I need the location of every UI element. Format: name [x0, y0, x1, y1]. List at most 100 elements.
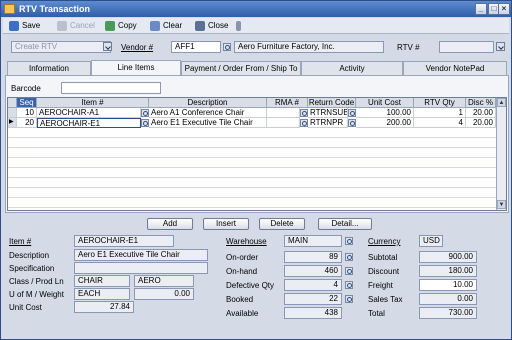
vendor-id-field[interactable]: AFF1	[171, 41, 221, 53]
freight-field[interactable]: 10.00	[419, 279, 477, 291]
available-field: 438	[284, 307, 342, 319]
col-header-unit-cost[interactable]: Unit Cost	[356, 98, 414, 108]
type-dropdown-icon[interactable]	[103, 42, 112, 51]
delete-button[interactable]: Delete	[259, 218, 305, 230]
cell-description[interactable]: Aero A1 Conference Chair	[149, 108, 267, 118]
copy-button[interactable]: Copy	[105, 20, 137, 32]
col-header-seq[interactable]: Seq	[17, 98, 37, 108]
defective-lookup-icon[interactable]	[345, 281, 353, 289]
vendor-lookup-icon[interactable]	[223, 43, 231, 51]
clear-icon	[150, 21, 160, 31]
window-title: RTV Transaction	[19, 4, 91, 14]
cancel-button[interactable]: Cancel	[57, 20, 95, 32]
toolbar: Save Cancel Copy Clear Close	[3, 18, 509, 34]
scroll-up-icon[interactable]: ▲	[497, 98, 506, 107]
row-selector[interactable]: ▶	[8, 118, 17, 128]
discount-field: 180.00	[419, 265, 477, 277]
return-code-lookup-icon[interactable]	[348, 109, 356, 117]
available-label: Available	[226, 309, 259, 318]
uom-field: EACH	[74, 288, 130, 300]
close-icon[interactable]: ×	[498, 3, 510, 15]
barcode-label: Barcode	[11, 84, 41, 93]
minimize-icon[interactable]: _	[475, 3, 487, 15]
item-field: AEROCHAIR-E1	[74, 235, 174, 247]
uom-weight-label: U of M / Weight	[9, 290, 64, 299]
copy-icon	[105, 21, 115, 31]
warehouse-field: MAIN	[284, 235, 342, 247]
row-indicator-header	[8, 98, 17, 108]
onorder-label: On-order	[226, 253, 259, 262]
cell-return-code[interactable]: RTRNSUB	[308, 108, 348, 118]
freight-label: Freight	[368, 281, 393, 290]
cell-rma[interactable]	[267, 118, 300, 128]
rma-lookup-icon[interactable]	[300, 119, 308, 127]
paperclip-icon	[236, 21, 241, 31]
warehouse-lookup-icon[interactable]	[345, 237, 353, 245]
row-selector[interactable]	[8, 108, 17, 118]
rtv-type-select[interactable]: Create RTV	[11, 41, 111, 53]
subtotal-field: 900.00	[419, 251, 477, 263]
col-header-description[interactable]: Description	[149, 98, 267, 108]
clear-button[interactable]: Clear	[150, 20, 182, 32]
cell-rtv-qty[interactable]: 4	[414, 118, 466, 128]
cell-seq[interactable]: 10	[17, 108, 37, 118]
item-lookup-icon[interactable]	[141, 119, 149, 127]
tab-payment[interactable]: Payment / Order From / Ship To	[181, 61, 301, 75]
close-door-icon	[195, 21, 205, 31]
add-button[interactable]: Add	[147, 218, 193, 230]
line-items-grid[interactable]: Seq Item # Description RMA # Return Code…	[7, 97, 507, 211]
booked-lookup-icon[interactable]	[345, 295, 353, 303]
tab-activity[interactable]: Activity	[301, 61, 403, 75]
cell-description[interactable]: Aero E1 Executive Tile Chair	[149, 118, 267, 128]
vendor-label[interactable]: Vendor #	[121, 43, 153, 53]
rtv-window: RTV Transaction _ □ × Save Cancel Copy C…	[0, 0, 512, 340]
item-label[interactable]: Item #	[9, 237, 31, 247]
rtv-dropdown-icon[interactable]	[496, 42, 505, 51]
title-bar: RTV Transaction _ □ ×	[1, 1, 511, 17]
total-field: 730.00	[419, 307, 477, 319]
onhand-field: 460	[284, 265, 342, 277]
save-button[interactable]: Save	[9, 20, 40, 32]
barcode-input[interactable]	[61, 82, 161, 94]
cell-seq[interactable]: 20	[17, 118, 37, 128]
tab-information[interactable]: Information	[7, 61, 91, 75]
col-header-rtv-qty[interactable]: RTV Qty	[414, 98, 466, 108]
grid-scrollbar[interactable]: ▲ ▼	[496, 98, 506, 210]
item-lookup-icon[interactable]	[141, 109, 149, 117]
scroll-down-icon[interactable]: ▼	[497, 200, 506, 209]
subtotal-label: Subtotal	[368, 253, 398, 262]
insert-button[interactable]: Insert	[203, 218, 249, 230]
cell-disc[interactable]: 20.00	[466, 118, 496, 128]
col-header-rma[interactable]: RMA #	[267, 98, 308, 108]
tab-line-items[interactable]: Line Items	[91, 60, 181, 75]
rtv-number-label: RTV #	[397, 43, 420, 52]
tab-vendor-notepad[interactable]: Vendor NotePad	[403, 61, 507, 75]
return-code-lookup-icon[interactable]	[348, 119, 356, 127]
currency-label[interactable]: Currency	[368, 237, 400, 247]
cell-disc[interactable]: 20.00	[466, 108, 496, 118]
warehouse-label[interactable]: Warehouse	[226, 237, 267, 247]
tab-strip: Information Line Items Payment / Order F…	[5, 60, 509, 75]
col-header-return-code[interactable]: Return Code	[308, 98, 356, 108]
rtv-number-field[interactable]	[439, 41, 494, 53]
cell-unit-cost[interactable]: 100.00	[356, 108, 414, 118]
attachment-button[interactable]	[236, 20, 244, 32]
cell-unit-cost[interactable]: 200.00	[356, 118, 414, 128]
description-label: Description	[9, 251, 50, 260]
onorder-lookup-icon[interactable]	[345, 253, 353, 261]
sales-tax-label: Sales Tax	[368, 295, 403, 304]
cell-item[interactable]: AEROCHAIR-E1	[37, 118, 141, 128]
cell-rma[interactable]	[267, 108, 300, 118]
class-field: CHAIR	[74, 275, 130, 287]
close-button[interactable]: Close	[195, 20, 228, 32]
cell-rtv-qty[interactable]: 1	[414, 108, 466, 118]
onhand-lookup-icon[interactable]	[345, 267, 353, 275]
rma-lookup-icon[interactable]	[300, 109, 308, 117]
cell-return-code[interactable]: RTRNPR	[308, 118, 348, 128]
specification-label: Specification	[9, 264, 55, 273]
detail-button[interactable]: Detail...	[318, 218, 372, 230]
cell-item[interactable]: AEROCHAIR-A1	[37, 108, 141, 118]
col-header-disc[interactable]: Disc %	[466, 98, 496, 108]
vendor-name-field: Aero Furniture Factory, Inc.	[234, 41, 384, 53]
col-header-item[interactable]: Item #	[37, 98, 149, 108]
